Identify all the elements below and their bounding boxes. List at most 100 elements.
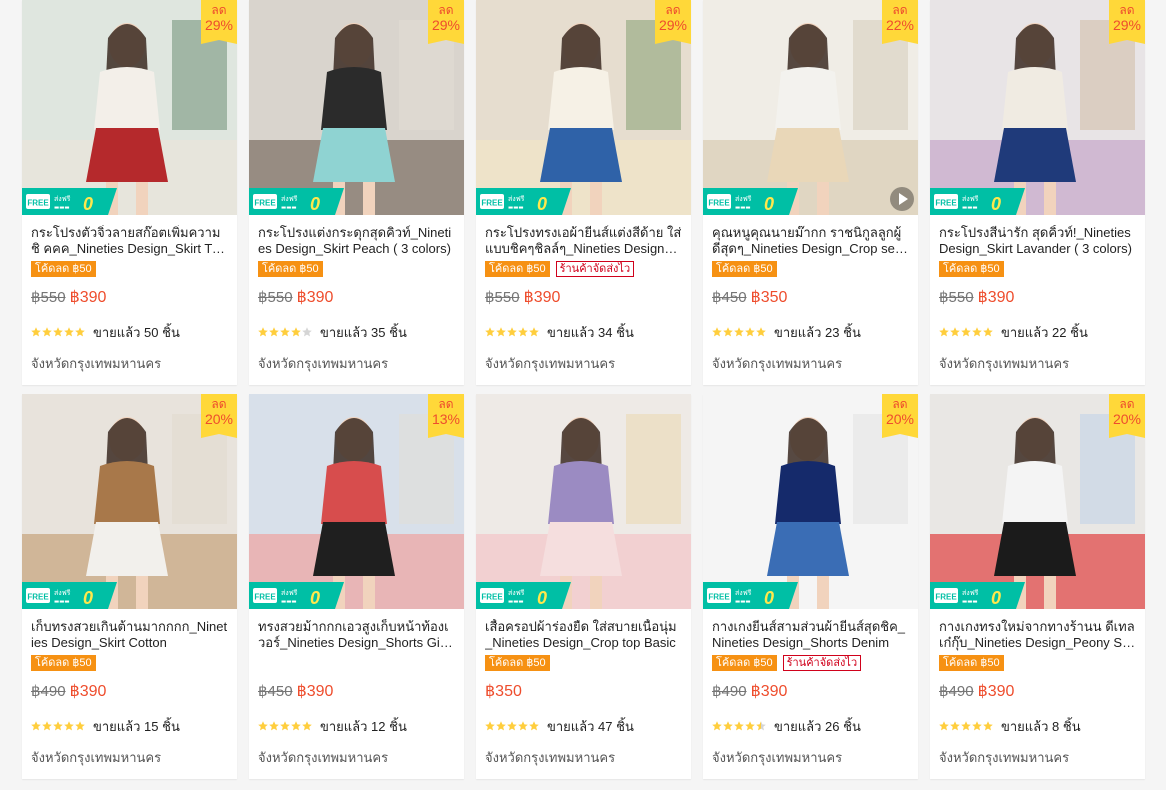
- svg-text:0: 0: [537, 194, 547, 214]
- discount-label: ลด: [665, 3, 681, 17]
- model-bottom: [313, 128, 395, 182]
- free-shipping-badge: FREE ส่งฟรี ▬▬▬ 0: [703, 188, 798, 215]
- sold-count: ขายแล้ว 34 ชิ้น: [547, 324, 634, 340]
- model-top: [775, 461, 841, 524]
- play-video-icon[interactable]: [890, 187, 914, 211]
- model-bottom: [540, 522, 622, 576]
- product-card-6[interactable]: ลด 20% FREE ส่งฟรี ▬▬▬ 0 เก็บทรงสวยเกินต…: [22, 394, 237, 779]
- discount-percent: 20%: [204, 411, 234, 427]
- product-title[interactable]: กางเกงทรงใหม่จากทางร้านน ดีเทลเก๋กุ๊บ_Ni…: [939, 619, 1136, 651]
- price-row: ฿550 ฿390: [939, 287, 1136, 307]
- star-icon: [756, 327, 766, 337]
- model-top: [321, 461, 387, 524]
- shop-location: จังหวัดกรุงเทพมหานคร: [31, 356, 162, 371]
- star-icon: [972, 721, 982, 731]
- star-icon: [961, 721, 971, 731]
- price-row: ฿450 ฿390: [258, 681, 455, 701]
- shop-location: จังหวัดกรุงเทพมหานคร: [712, 750, 843, 765]
- model-top: [94, 461, 160, 524]
- product-photo: [476, 394, 691, 609]
- sale-price: ฿390: [977, 683, 1015, 700]
- star-icon: [485, 327, 495, 337]
- product-image[interactable]: ลด 20% FREE ส่งฟรี ▬▬▬ 0: [22, 394, 237, 609]
- svg-text:▬▬▬: ▬▬▬: [281, 599, 297, 605]
- product-image[interactable]: ลด 29% FREE ส่งฟรี ▬▬▬ 0: [249, 0, 464, 215]
- discount-percent: 20%: [885, 411, 915, 427]
- product-card-7[interactable]: ลด 13% FREE ส่งฟรี ▬▬▬ 0 ทรงสวยม้ากกกเอว…: [249, 394, 464, 779]
- free-shipping-badge: FREE ส่งฟรี ▬▬▬ 0: [249, 188, 344, 215]
- product-image[interactable]: ลด 22% FREE ส่งฟรี ▬▬▬ 0: [703, 0, 918, 215]
- free-shipping-badge: FREE ส่งฟรี ▬▬▬ 0: [703, 582, 798, 609]
- discount-percent: 29%: [658, 17, 688, 33]
- star-icon: [291, 721, 301, 731]
- tag-row: โค้ดลด ฿50: [939, 261, 1136, 278]
- star-icon: [258, 721, 268, 731]
- product-card-10[interactable]: ลด 20% FREE ส่งฟรี ▬▬▬ 0 กางเกงทรงใหม่จา…: [930, 394, 1145, 779]
- product-image[interactable]: FREE ส่งฟรี ▬▬▬ 0: [476, 394, 691, 609]
- product-image[interactable]: ลด 20% FREE ส่งฟรี ▬▬▬ 0: [930, 394, 1145, 609]
- star-icon: [496, 327, 506, 337]
- svg-text:0: 0: [537, 588, 547, 608]
- sold-count: ขายแล้ว 22 ชิ้น: [1001, 324, 1088, 340]
- svg-text:▬▬▬: ▬▬▬: [735, 205, 751, 211]
- star-rating: [485, 327, 539, 337]
- original-price: ฿550: [258, 289, 293, 306]
- model-top: [1002, 461, 1068, 524]
- original-price: ฿550: [31, 289, 66, 306]
- star-icon: [291, 327, 301, 337]
- free-shipping-badge: FREE ส่งฟรี ▬▬▬ 0: [930, 582, 1025, 609]
- product-card-8[interactable]: FREE ส่งฟรี ▬▬▬ 0 เสื้อครอปผ้าร่องยืด ใส…: [476, 394, 691, 779]
- star-icon: [269, 721, 279, 731]
- fast-ship-tag: ร้านค้าจัดส่งไว: [782, 655, 862, 671]
- product-image[interactable]: ลด 20% FREE ส่งฟรี ▬▬▬ 0: [703, 394, 918, 609]
- svg-text:0: 0: [83, 194, 93, 214]
- product-title[interactable]: กระโปรงตัวจิ๋วลายสก๊อตเพิ่มความชิ คคค_Ni…: [31, 225, 228, 257]
- svg-text:FREE: FREE: [481, 593, 503, 602]
- price-row: ฿550 ฿390: [485, 287, 682, 307]
- product-title[interactable]: ทรงสวยม้ากกกเอวสูงเก็บหน้าท้องเวอร์_Nine…: [258, 619, 455, 651]
- product-card-4[interactable]: ลด 22% FREE ส่งฟรี ▬▬▬ 0 คุณหนูคุณนายม๊า…: [703, 0, 918, 385]
- product-card-9[interactable]: ลด 20% FREE ส่งฟรี ▬▬▬ 0 กางเกงยีนส์สามส…: [703, 394, 918, 779]
- product-image[interactable]: ลด 29% FREE ส่งฟรี ▬▬▬ 0: [476, 0, 691, 215]
- product-image[interactable]: ลด 13% FREE ส่งฟรี ▬▬▬ 0: [249, 394, 464, 609]
- star-rating: [712, 327, 766, 337]
- product-title[interactable]: เสื้อครอปผ้าร่องยืด ใส่สบายเนื้อนุ่ม_Nin…: [485, 619, 682, 651]
- model-bottom: [767, 128, 849, 182]
- star-rating: [485, 721, 539, 731]
- star-icon: [518, 327, 528, 337]
- discount-percent: 13%: [431, 411, 461, 427]
- svg-text:FREE: FREE: [254, 593, 276, 602]
- tag-row: โค้ดลด ฿50 ร้านค้าจัดส่งไว: [712, 655, 909, 672]
- svg-text:ส่งฟรี: ส่งฟรี: [54, 589, 71, 597]
- star-icon: [53, 327, 63, 337]
- svg-text:▬▬▬: ▬▬▬: [508, 205, 524, 211]
- free-shipping-badge: FREE ส่งฟรี ▬▬▬ 0: [22, 188, 117, 215]
- product-card-3[interactable]: ลด 29% FREE ส่งฟรี ▬▬▬ 0 กระโปรงทรงเอผ้า…: [476, 0, 691, 385]
- product-card-2[interactable]: ลด 29% FREE ส่งฟรี ▬▬▬ 0 กระโปรงแต่งกระด…: [249, 0, 464, 385]
- product-card-5[interactable]: ลด 29% FREE ส่งฟรี ▬▬▬ 0 กระโปรงสีน่ารัก…: [930, 0, 1145, 385]
- discount-badge: ลด 29%: [428, 0, 464, 44]
- star-icon: [723, 327, 733, 337]
- product-title[interactable]: คุณหนูคุณนายม๊ากก ราชนิกูลลูกผู้ดีสุดๆ_N…: [712, 225, 909, 257]
- discount-badge: ลด 20%: [882, 394, 918, 438]
- product-title[interactable]: กางเกงยีนส์สามส่วนผ้ายีนส์สุดชิค_Ninetie…: [712, 619, 909, 651]
- svg-text:▬▬▬: ▬▬▬: [54, 599, 70, 605]
- rating-row: ขายแล้ว 15 ชิ้น: [31, 717, 228, 735]
- shop-location: จังหวัดกรุงเทพมหานคร: [712, 356, 843, 371]
- product-title[interactable]: เก็บทรงสวยเกินต้านมากกกก_Nineties Design…: [31, 619, 228, 651]
- star-icon: [269, 327, 279, 337]
- product-title[interactable]: กระโปรงทรงเอผ้ายีนส์แต่งสีด้าย ใส่แบบชิค…: [485, 225, 682, 257]
- product-card-1[interactable]: ลด 29% FREE ส่งฟรี ▬▬▬ 0 กระโปรงตัวจิ๋วล…: [22, 0, 237, 385]
- product-image[interactable]: ลด 29% FREE ส่งฟรี ▬▬▬ 0: [22, 0, 237, 215]
- product-title[interactable]: กระโปรงแต่งกระดุกสุดคิวท์_Nineties Desig…: [258, 225, 455, 257]
- star-rating: [31, 721, 85, 731]
- discount-label: ลด: [1119, 397, 1135, 411]
- sale-price: ฿390: [977, 289, 1015, 306]
- product-image[interactable]: ลด 29% FREE ส่งฟรี ▬▬▬ 0: [930, 0, 1145, 215]
- star-icon: [972, 327, 982, 337]
- product-title[interactable]: กระโปรงสีน่ารัก สุดคิ้วท์!_Nineties Desi…: [939, 225, 1136, 257]
- svg-text:ส่งฟรี: ส่งฟรี: [735, 589, 752, 597]
- svg-text:0: 0: [764, 194, 774, 214]
- star-icon: [939, 721, 949, 731]
- discount-badge: ลด 29%: [201, 0, 237, 44]
